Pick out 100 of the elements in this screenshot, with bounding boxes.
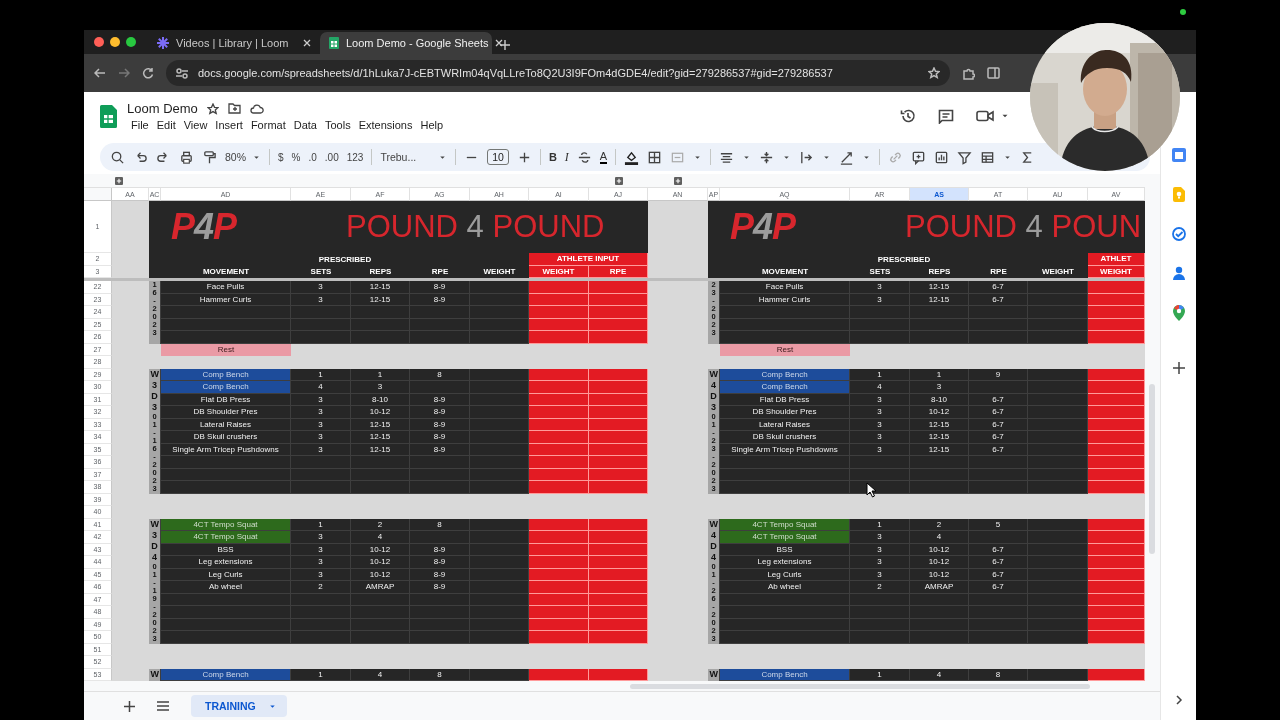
keep-notes-icon[interactable] (1172, 187, 1185, 202)
browser-tab[interactable]: Videos | Library | Loom (148, 32, 320, 54)
athlete-input-cell[interactable] (529, 631, 589, 644)
currency-button[interactable]: $ (278, 151, 284, 163)
contacts-icon[interactable] (1172, 266, 1185, 280)
menu-item[interactable]: Help (416, 119, 448, 131)
menu-item[interactable]: Insert (211, 119, 247, 131)
athlete-input-cell[interactable] (1088, 381, 1145, 394)
athlete-input-cell[interactable] (1088, 631, 1145, 644)
athlete-input-cell[interactable] (589, 606, 648, 619)
back-arrow-icon[interactable] (94, 67, 106, 79)
menu-item[interactable]: Extensions (354, 119, 417, 131)
wrap-icon[interactable] (799, 149, 815, 165)
athlete-input-cell[interactable] (589, 668, 648, 681)
menu-item[interactable]: Format (246, 119, 290, 131)
athlete-input-cell[interactable] (589, 581, 648, 594)
athlete-input-cell[interactable] (1088, 606, 1145, 619)
menu-item[interactable]: Data (289, 119, 321, 131)
address-bar[interactable]: docs.google.com/spreadsheets/d/1hLuka7J-cEBTWRIm04qVqLLreTo8Q2U3I9FOm4dGDE4/edit?gid=279286537#gid=279286537 (166, 60, 950, 86)
athlete-input-cell[interactable] (589, 331, 648, 344)
text-color-button[interactable]: A (599, 150, 608, 164)
sidebar-icon[interactable] (987, 67, 1000, 79)
athlete-input-cell[interactable] (589, 531, 648, 544)
menu-item[interactable]: Edit (152, 119, 180, 131)
athlete-input-cell[interactable] (1088, 331, 1145, 344)
athlete-input-cell[interactable] (1088, 406, 1145, 419)
cloud-icon[interactable] (249, 103, 264, 114)
map-pin-icon[interactable] (1172, 305, 1185, 321)
athlete-input-cell[interactable] (589, 406, 648, 419)
sheet-tab[interactable]: TRAINING (191, 695, 287, 717)
athlete-input-cell[interactable] (1088, 456, 1145, 469)
add-sheet-icon[interactable] (124, 700, 135, 712)
bold-button[interactable]: B (548, 151, 557, 163)
close-icon[interactable] (495, 39, 504, 47)
athlete-input-cell[interactable] (589, 556, 648, 569)
athlete-input-cell[interactable] (589, 518, 648, 531)
borders-icon[interactable] (647, 149, 663, 165)
athlete-input-cell[interactable] (529, 281, 589, 294)
athlete-input-cell[interactable] (1088, 518, 1145, 531)
print-icon[interactable] (179, 149, 194, 165)
athlete-input-cell[interactable] (529, 531, 589, 544)
vertical-scrollbar[interactable] (1145, 174, 1160, 681)
italic-button[interactable]: I (564, 149, 569, 165)
athlete-input-cell[interactable] (529, 518, 589, 531)
number-format-button[interactable]: 123 (346, 151, 364, 163)
strikethrough-icon[interactable] (576, 149, 592, 165)
spreadsheet-icon[interactable] (100, 104, 117, 128)
athlete-input-cell[interactable] (1088, 306, 1145, 319)
expand-group-icon[interactable] (674, 177, 682, 185)
athlete-input-cell[interactable] (589, 381, 648, 394)
zoom-dropdown[interactable]: 80% (225, 151, 261, 163)
percent-button[interactable]: % (291, 151, 301, 163)
athlete-input-cell[interactable] (529, 556, 589, 569)
increase-decimal-button[interactable]: .00 (324, 151, 339, 163)
scrollbar-thumb[interactable] (1149, 384, 1155, 554)
athlete-input-cell[interactable] (589, 481, 648, 494)
expand-group-icon[interactable] (115, 177, 123, 185)
expand-group-icon[interactable] (614, 177, 623, 185)
plus-icon[interactable] (1172, 362, 1185, 374)
reload-icon[interactable] (142, 67, 154, 79)
athlete-input-cell[interactable] (1088, 556, 1145, 569)
menu-item[interactable]: Tools (320, 119, 355, 131)
horizontal-scrollbar[interactable] (84, 681, 1160, 691)
athlete-input-cell[interactable] (529, 606, 589, 619)
add-comment-icon[interactable] (911, 149, 927, 165)
athlete-input-cell[interactable] (529, 431, 589, 444)
search-icon[interactable] (110, 149, 125, 165)
vertical-align-icon[interactable] (759, 149, 775, 165)
athlete-input-cell[interactable] (1088, 531, 1145, 544)
video-camera-icon[interactable] (976, 110, 994, 122)
close-icon[interactable] (303, 39, 311, 47)
menu-item[interactable]: View (179, 119, 212, 131)
filter-icon[interactable] (957, 149, 973, 165)
athlete-input-cell[interactable] (529, 381, 589, 394)
athlete-input-cell[interactable] (1088, 281, 1145, 294)
paint-format-icon[interactable] (202, 149, 217, 165)
athlete-input-cell[interactable] (529, 456, 589, 469)
athlete-input-cell[interactable] (529, 306, 589, 319)
font-size-field[interactable]: 10 (487, 149, 509, 165)
athlete-input-cell[interactable] (1088, 431, 1145, 444)
athlete-input-cell[interactable] (1088, 481, 1145, 494)
history-icon[interactable] (900, 108, 916, 124)
star-icon[interactable] (206, 102, 219, 115)
athlete-input-cell[interactable] (529, 581, 589, 594)
forward-arrow-icon[interactable] (118, 67, 130, 79)
athlete-input-cell[interactable] (529, 481, 589, 494)
font-dropdown[interactable]: Trebu... (380, 151, 448, 163)
athlete-input-cell[interactable] (529, 668, 589, 681)
athlete-input-cell[interactable] (1088, 668, 1145, 681)
athlete-input-cell[interactable] (1088, 368, 1145, 381)
fill-color-icon[interactable] (624, 149, 640, 165)
angle-icon[interactable] (839, 149, 855, 165)
chevron-icon[interactable] (1174, 695, 1183, 705)
puzzle-icon[interactable] (962, 66, 975, 80)
chart-icon[interactable] (934, 149, 950, 165)
athlete-input-cell[interactable] (529, 406, 589, 419)
athlete-input-cell[interactable] (589, 281, 648, 294)
athlete-input-cell[interactable] (589, 306, 648, 319)
athlete-input-cell[interactable] (529, 331, 589, 344)
tasks-icon[interactable] (1171, 227, 1186, 241)
